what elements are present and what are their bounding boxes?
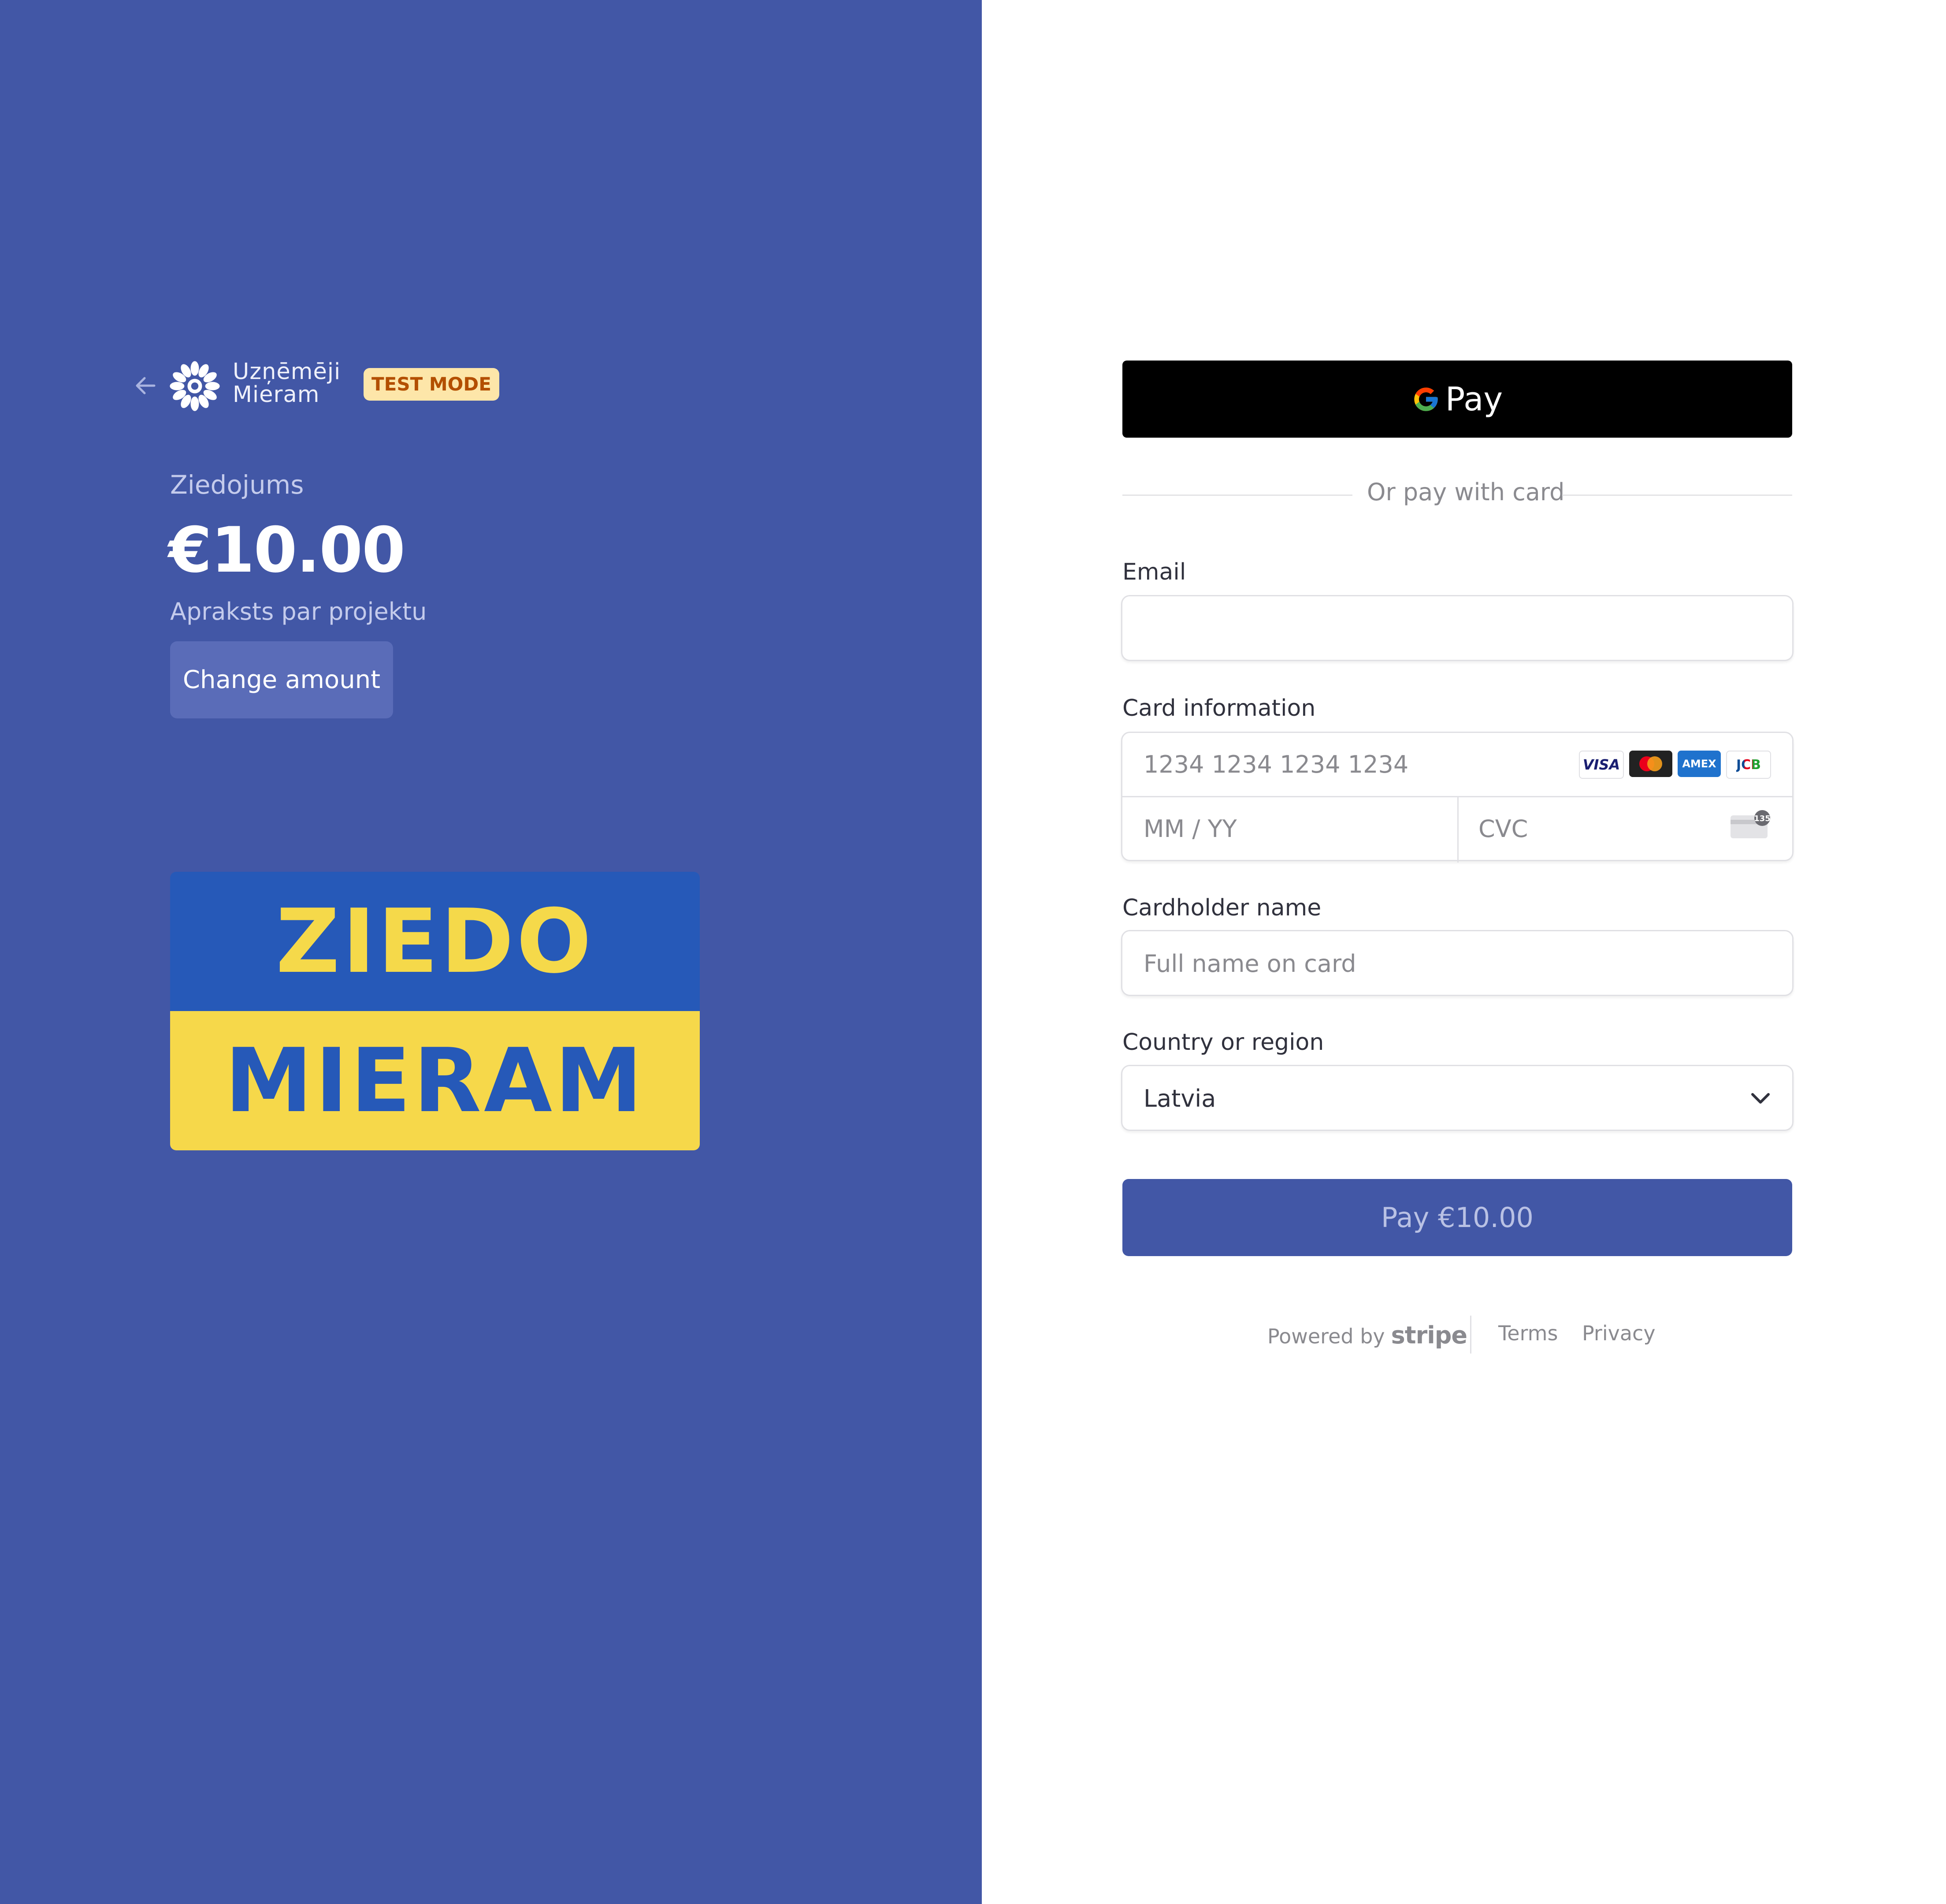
stripe-logo: stripe [1391,1321,1467,1349]
visa-icon: VISA [1579,751,1624,779]
product-name: Ziedojums [170,470,304,500]
divider-left [1122,495,1352,496]
email-field[interactable] [1121,595,1794,661]
cardholder-name-label: Cardholder name [1122,895,1322,921]
card-number-input[interactable]: 1234 1234 1234 1234 [1144,751,1408,778]
cardholder-name-placeholder: Full name on card [1144,950,1356,978]
powered-by-text: Powered by [1267,1324,1385,1348]
brand-line-1: Uzņēmēji [233,359,341,385]
footer-separator [1470,1316,1471,1354]
email-label: Email [1122,559,1186,585]
brand-visa-label: VISA [1582,756,1620,773]
country-label: Country or region [1122,1029,1324,1056]
cvc-input[interactable]: CVC [1478,815,1528,843]
card-col-divider [1457,796,1459,863]
test-mode-badge: TEST MODE [364,368,499,401]
privacy-link[interactable]: Privacy [1582,1321,1656,1345]
amex-icon: AMEX [1678,751,1721,777]
jcb-icon: JCB [1726,751,1771,779]
merchant-panel: Uzņēmēji Mieram TEST MODE Ziedojums €10.… [0,0,982,1904]
banner-bottom-text: MIERAM [170,1011,700,1150]
cvc-hint-text: 135 [1754,814,1771,823]
card-brands: VISA AMEX JCB [1579,751,1771,779]
brand-line-2: Mieram [233,382,320,408]
cardholder-name-field[interactable]: Full name on card [1121,930,1794,996]
product-image: ZIEDO MIERAM [170,872,700,1150]
expiry-input[interactable]: MM / YY [1144,815,1237,843]
google-pay-button[interactable]: Pay [1122,361,1792,438]
country-value: Latvia [1144,1085,1216,1112]
card-info-group: 1234 1234 1234 1234 VISA AMEX JCB MM / Y… [1121,732,1794,863]
powered-by-stripe[interactable]: Powered by stripe [1267,1321,1467,1349]
country-select[interactable]: Latvia [1121,1065,1794,1131]
google-g-icon [1414,387,1438,411]
brand-amex-label: AMEX [1682,758,1716,770]
divider-right [1562,495,1792,496]
chevron-down-icon [1751,1093,1770,1104]
back-arrow-icon[interactable] [132,372,159,399]
change-amount-button[interactable]: Change amount [170,641,393,718]
price-amount: €10.00 [168,514,405,587]
mastercard-icon [1629,751,1672,777]
sunflower-logo-icon[interactable] [169,360,221,412]
terms-link[interactable]: Terms [1498,1321,1558,1345]
brand-name[interactable]: Uzņēmēji Mieram [233,361,341,406]
google-pay-label: Pay [1445,380,1503,418]
brand-jcb-label: JCB [1736,757,1761,773]
pay-button[interactable]: Pay €10.00 [1122,1179,1792,1256]
banner-top-text: ZIEDO [170,872,700,1011]
or-pay-with-card: Or pay with card [1367,478,1565,506]
card-info-label: Card information [1122,695,1316,721]
cvc-card-icon: 135 [1731,810,1771,838]
product-description: Apraksts par projektu [170,598,427,625]
